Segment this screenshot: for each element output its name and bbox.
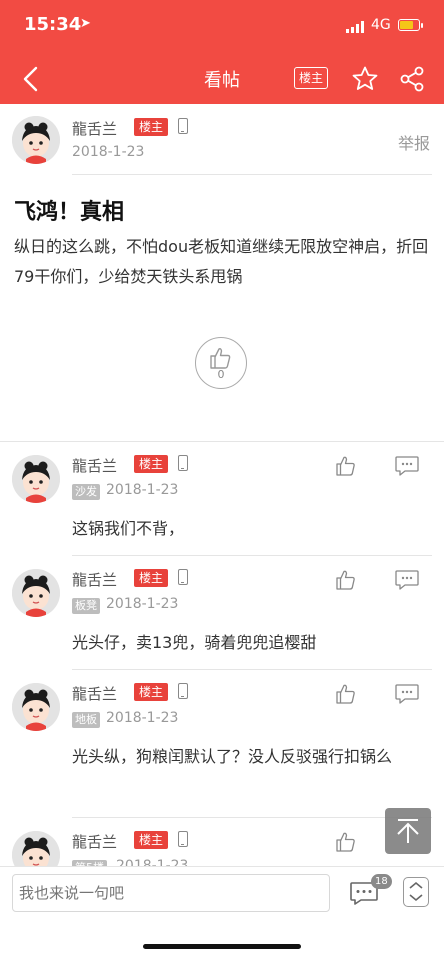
post-date: 2018-1-23 bbox=[72, 144, 145, 160]
bottom-bar: 18 bbox=[0, 866, 444, 927]
owner-tag: 楼主 bbox=[134, 569, 169, 587]
reply-item: 龍舌兰 楼主 板凳 2018-1-23 光头仔，卖13兜，骑着兜兜追樱甜 bbox=[0, 555, 444, 670]
mobile-icon bbox=[178, 831, 188, 847]
status-time: 15:34 bbox=[24, 14, 82, 35]
home-indicator bbox=[143, 944, 301, 949]
owner-tag: 楼主 bbox=[134, 455, 169, 473]
thumbs-up-icon[interactable] bbox=[335, 569, 357, 591]
like-button[interactable]: 0 bbox=[195, 337, 247, 389]
mobile-icon bbox=[178, 455, 188, 471]
reply-author[interactable]: 龍舌兰 bbox=[72, 683, 117, 704]
mobile-icon bbox=[178, 683, 188, 699]
owner-tag: 楼主 bbox=[134, 683, 169, 701]
post-body: 纵日的这么跳，不怕dou老板知道继续无限放空神启，折回79干你们，少给焚天铁头系… bbox=[14, 237, 429, 286]
like-count: 0 bbox=[217, 368, 225, 381]
reply-date: 2018-1-23 bbox=[106, 482, 179, 498]
thumbs-up-icon[interactable] bbox=[335, 831, 357, 853]
avatar[interactable] bbox=[12, 116, 60, 164]
favorite-star-icon[interactable] bbox=[351, 65, 379, 93]
author-name[interactable]: 龍舌兰 bbox=[72, 118, 117, 139]
reply-item: 龍舌兰 楼主 沙发 2018-1-23 这锅我们不背， bbox=[0, 441, 444, 556]
avatar[interactable] bbox=[12, 683, 60, 731]
comment-icon[interactable] bbox=[394, 683, 420, 705]
network-type: 4G bbox=[371, 17, 391, 33]
mobile-icon bbox=[178, 569, 188, 585]
divider bbox=[72, 174, 432, 175]
share-icon[interactable] bbox=[398, 65, 426, 93]
reply-date: 2018-1-23 bbox=[106, 710, 179, 726]
owner-tag: 楼主 bbox=[134, 831, 169, 849]
battery-icon bbox=[398, 19, 423, 31]
comment-input[interactable] bbox=[12, 874, 330, 912]
reply-author[interactable]: 龍舌兰 bbox=[72, 569, 117, 590]
page-nav-button[interactable] bbox=[403, 877, 429, 907]
comment-icon[interactable] bbox=[394, 455, 420, 477]
reply-item: 龍舌兰 楼主 地板 2018-1-23 光头纵，狗粮闰默认了？没人反驳强行扣锅么 bbox=[0, 669, 444, 819]
reply-item: 龍舌兰 楼主 第5楼 2018-1-23 bbox=[0, 817, 444, 868]
avatar[interactable] bbox=[12, 569, 60, 617]
chevron-up-down-icon bbox=[409, 881, 423, 902]
thumbs-up-icon[interactable] bbox=[335, 455, 357, 477]
thumbs-up-icon bbox=[210, 348, 231, 369]
reply-text: 光头纵，狗粮闰默认了？没人反驳强行扣锅么 bbox=[72, 747, 393, 766]
reply-date: 2018-1-23 bbox=[106, 596, 179, 612]
thumbs-up-icon[interactable] bbox=[335, 683, 357, 705]
floor-tag: 沙发 bbox=[72, 484, 100, 500]
reply-text: 这锅我们不背， bbox=[72, 519, 185, 538]
mobile-icon bbox=[178, 118, 188, 134]
owner-tag: 楼主 bbox=[134, 118, 169, 136]
signal-icon bbox=[346, 20, 364, 33]
reply-author[interactable]: 龍舌兰 bbox=[72, 455, 117, 476]
post-content: 龍舌兰 楼主 2018-1-23 举报 飞鸿！真相 纵日的这么跳，不怕dou老板… bbox=[0, 104, 444, 868]
nav-bar: 看帖 楼主 bbox=[0, 54, 444, 104]
status-bar: 15:34 ➤ 4G bbox=[0, 0, 444, 54]
comment-count-badge: 18 bbox=[371, 874, 392, 889]
post-title: 飞鸿！真相 bbox=[14, 200, 125, 225]
floor-tag: 板凳 bbox=[72, 598, 100, 614]
only-owner-button[interactable]: 楼主 bbox=[294, 67, 329, 89]
scroll-to-top-button[interactable] bbox=[385, 808, 431, 854]
location-arrow-icon: ➤ bbox=[80, 16, 91, 31]
arrow-up-icon bbox=[397, 819, 419, 843]
comment-icon[interactable] bbox=[394, 569, 420, 591]
reply-text: 光头仔，卖13兜，骑着兜兜追樱甜 bbox=[72, 633, 317, 652]
reply-author[interactable]: 龍舌兰 bbox=[72, 831, 117, 852]
avatar[interactable] bbox=[12, 455, 60, 503]
avatar[interactable] bbox=[12, 831, 60, 868]
floor-tag: 地板 bbox=[72, 712, 100, 728]
report-link[interactable]: 举报 bbox=[398, 130, 430, 154]
